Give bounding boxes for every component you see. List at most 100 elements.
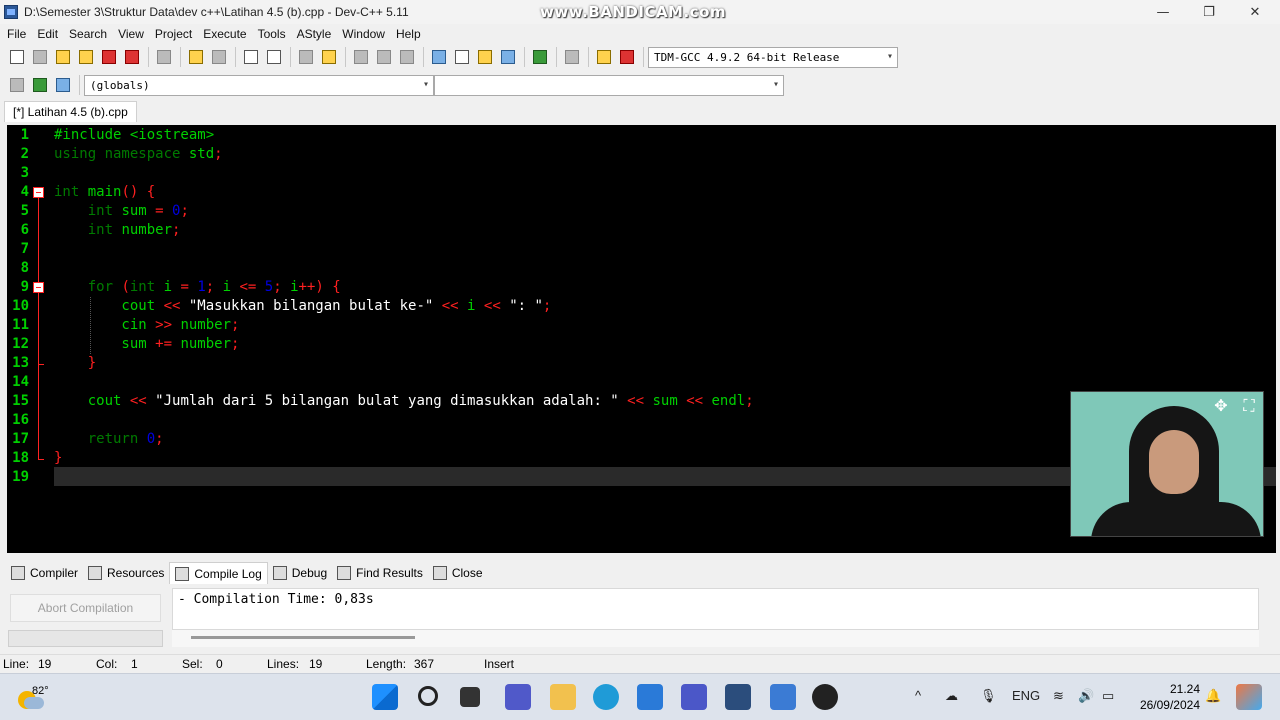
tab-compile-log[interactable]: Compile Log bbox=[169, 562, 268, 584]
new-class-icon[interactable] bbox=[6, 74, 28, 96]
minimize-button[interactable]: — bbox=[1140, 0, 1186, 24]
edge-icon[interactable] bbox=[593, 684, 619, 710]
devcpp-taskbar-icon[interactable] bbox=[725, 684, 751, 710]
syntax-check-icon[interactable] bbox=[529, 46, 551, 68]
compile-icon[interactable] bbox=[428, 46, 450, 68]
tab-debug[interactable]: Debug bbox=[268, 562, 332, 584]
fullscreen-icon[interactable]: ⛶ bbox=[1239, 396, 1259, 416]
compile-log-scrollbar[interactable] bbox=[172, 630, 1259, 647]
scrollbar-thumb[interactable] bbox=[191, 636, 415, 639]
new-file-icon[interactable] bbox=[6, 46, 28, 68]
teams-icon[interactable] bbox=[505, 684, 531, 710]
menu-edit[interactable]: Edit bbox=[37, 27, 58, 41]
goto-line-icon[interactable] bbox=[350, 46, 372, 68]
unindent-icon[interactable] bbox=[318, 46, 340, 68]
code-line[interactable]: 3 bbox=[7, 164, 1276, 183]
notepad-icon[interactable] bbox=[770, 684, 796, 710]
maximize-button[interactable]: ❐ bbox=[1186, 0, 1232, 24]
store-icon[interactable] bbox=[637, 684, 663, 710]
close-file-icon[interactable] bbox=[98, 46, 120, 68]
code-line[interactable]: 9 for (int i = 1; i <= 5; i++) { bbox=[7, 278, 1276, 297]
save-icon[interactable] bbox=[52, 46, 74, 68]
abort-compilation-button[interactable]: Abort Compilation bbox=[10, 594, 161, 622]
task-view-icon[interactable] bbox=[460, 687, 480, 707]
tab-compiler[interactable]: Compiler bbox=[6, 562, 83, 584]
cloud-sync-icon[interactable]: ☁ bbox=[945, 688, 958, 704]
code-line[interactable]: 7 bbox=[7, 240, 1276, 259]
rebuild-all-icon[interactable] bbox=[497, 46, 519, 68]
compiler-grid-icon bbox=[11, 566, 25, 580]
fold-collapse-icon[interactable] bbox=[33, 187, 44, 198]
close-button[interactable]: ✕ bbox=[1232, 0, 1278, 24]
stop-execution-icon[interactable] bbox=[561, 46, 583, 68]
fold-collapse-icon[interactable] bbox=[33, 282, 44, 293]
print-icon[interactable] bbox=[153, 46, 175, 68]
tab-find-results[interactable]: Find Results bbox=[332, 562, 428, 584]
menu-help[interactable]: Help bbox=[396, 27, 421, 41]
profile-icon[interactable] bbox=[593, 46, 615, 68]
open-file-icon[interactable] bbox=[29, 46, 51, 68]
find-icon[interactable] bbox=[240, 46, 262, 68]
bandicam-icon[interactable] bbox=[812, 684, 838, 710]
toggle-bookmark-icon[interactable] bbox=[373, 46, 395, 68]
code-line[interactable]: 10 cout << "Masukkan bilangan bulat ke-"… bbox=[7, 297, 1276, 316]
copilot-icon[interactable] bbox=[1236, 684, 1262, 710]
fold-end-marker bbox=[38, 459, 44, 460]
menu-project[interactable]: Project bbox=[155, 27, 192, 41]
replace-icon[interactable] bbox=[263, 46, 285, 68]
editor-tab-latihan[interactable]: [*] Latihan 4.5 (b).cpp bbox=[4, 101, 137, 122]
code-line[interactable]: 6 int number; bbox=[7, 221, 1276, 240]
toggle-icon[interactable] bbox=[52, 74, 74, 96]
menu-astyle[interactable]: AStyle bbox=[297, 27, 332, 41]
code-line[interactable]: 2 using namespace std; bbox=[7, 145, 1276, 164]
move-icon[interactable]: ✥ bbox=[1211, 396, 1231, 416]
code-line[interactable]: 5 int sum = 0; bbox=[7, 202, 1276, 221]
fold-range-line bbox=[38, 293, 39, 364]
chevron-up-icon[interactable]: ^ bbox=[915, 688, 921, 703]
insert-icon[interactable] bbox=[29, 74, 51, 96]
code-line[interactable]: 4 int main() { bbox=[7, 183, 1276, 202]
close-all-icon[interactable] bbox=[121, 46, 143, 68]
search-icon[interactable] bbox=[418, 686, 438, 706]
code-line[interactable]: 1 #include <iostream> bbox=[7, 126, 1276, 145]
menu-search[interactable]: Search bbox=[69, 27, 107, 41]
system-clock[interactable]: 21.24 26/09/2024 bbox=[1140, 681, 1200, 713]
line-number: 15 bbox=[12, 393, 29, 409]
notification-bell-icon[interactable]: 🔔 bbox=[1205, 688, 1221, 704]
tab-close[interactable]: Close bbox=[428, 562, 488, 584]
compiler-select[interactable]: TDM-GCC 4.9.2 64-bit Release ▾ bbox=[648, 46, 898, 68]
member-select[interactable]: ▾ bbox=[434, 74, 784, 96]
redo-icon[interactable] bbox=[208, 46, 230, 68]
menu-tools[interactable]: Tools bbox=[258, 27, 286, 41]
code-line[interactable]: 12 sum += number; bbox=[7, 335, 1276, 354]
wifi-icon[interactable]: ≋ bbox=[1053, 688, 1064, 704]
undo-icon[interactable] bbox=[185, 46, 207, 68]
code-line[interactable]: 14 bbox=[7, 373, 1276, 392]
menu-window[interactable]: Window bbox=[342, 27, 385, 41]
delete-profile-icon[interactable] bbox=[616, 46, 638, 68]
status-sel-label: Sel: bbox=[182, 657, 203, 671]
code-line[interactable]: 11 cin >> number; bbox=[7, 316, 1276, 335]
run-icon[interactable] bbox=[451, 46, 473, 68]
battery-icon[interactable]: ▭ bbox=[1102, 688, 1114, 704]
code-line[interactable]: 8 bbox=[7, 259, 1276, 278]
tab-resources[interactable]: Resources bbox=[83, 562, 169, 584]
save-all-icon[interactable] bbox=[75, 46, 97, 68]
scope-select[interactable]: (globals) ▾ bbox=[84, 74, 434, 96]
menu-view[interactable]: View bbox=[118, 27, 144, 41]
chevron-down-icon: ▾ bbox=[886, 50, 893, 62]
volume-icon[interactable]: 🔊 bbox=[1078, 688, 1094, 704]
weather-widget[interactable]: 82° bbox=[18, 681, 78, 715]
menu-file[interactable]: File bbox=[7, 27, 26, 41]
compile-log-output[interactable]: - Compilation Time: 0,83s bbox=[172, 588, 1259, 630]
indent-icon[interactable] bbox=[295, 46, 317, 68]
code-line[interactable]: 13 } bbox=[7, 354, 1276, 373]
compile-run-icon[interactable] bbox=[474, 46, 496, 68]
file-explorer-icon[interactable] bbox=[550, 684, 576, 710]
microphone-icon[interactable]: 🎙 bbox=[980, 688, 997, 704]
visual-studio-icon[interactable] bbox=[681, 684, 707, 710]
language-indicator[interactable]: ENG bbox=[1012, 688, 1040, 703]
start-icon[interactable] bbox=[372, 684, 398, 710]
menu-execute[interactable]: Execute bbox=[203, 27, 246, 41]
comment-icon[interactable] bbox=[396, 46, 418, 68]
